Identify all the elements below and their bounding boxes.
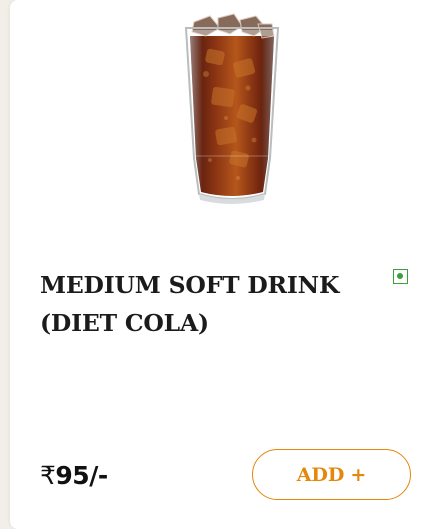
- product-title: MEDIUM SOFT DRINK (DIET COLA): [40, 271, 340, 337]
- add-to-cart-button[interactable]: ADD +: [252, 449, 411, 500]
- price: ₹95/-: [40, 458, 108, 494]
- currency-symbol: ₹: [40, 461, 56, 490]
- price-amount: 95/-: [55, 461, 108, 490]
- plus-icon: +: [350, 463, 367, 486]
- product-card: MEDIUM SOFT DRINK (DIET COLA) ₹95/- ADD …: [10, 0, 442, 529]
- add-button-label: ADD: [296, 463, 345, 486]
- veg-indicator-icon: [393, 269, 408, 284]
- veg-dot: [397, 273, 403, 279]
- cola-glass-icon: [184, 13, 280, 204]
